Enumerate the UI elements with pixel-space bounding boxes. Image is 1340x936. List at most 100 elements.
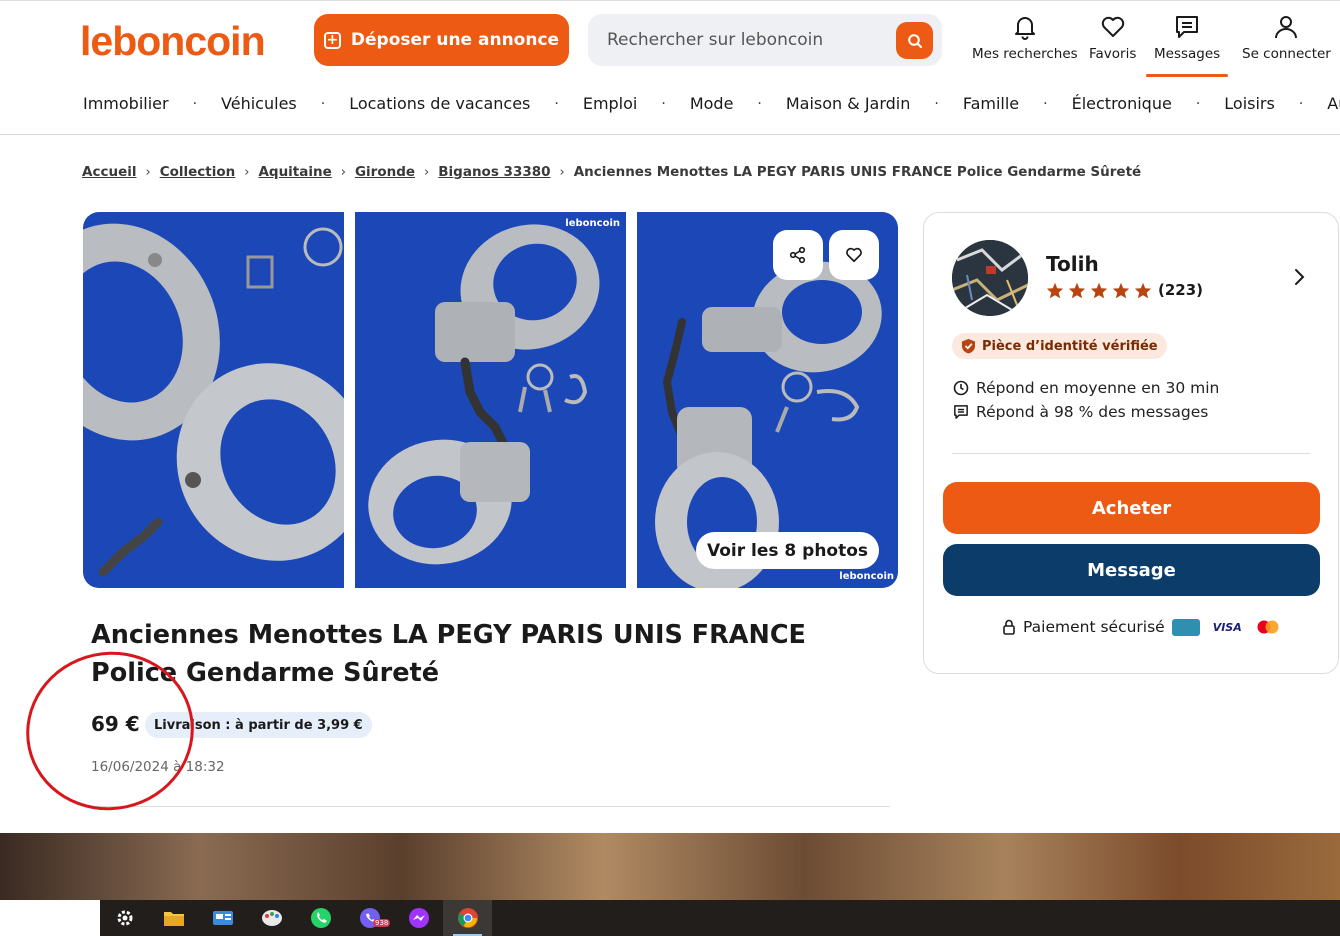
star-icon xyxy=(1134,282,1152,298)
header-divider xyxy=(0,134,1340,135)
visa-card-icon: VISA xyxy=(1212,620,1242,634)
taskbar-chrome[interactable] xyxy=(443,900,492,936)
message-icon xyxy=(954,405,968,419)
plus-icon: + xyxy=(323,31,341,49)
nav-login-label: Se connecter xyxy=(1242,46,1331,62)
taskbar-news[interactable] xyxy=(198,900,247,936)
search-button[interactable] xyxy=(896,22,933,59)
message-icon xyxy=(1176,16,1199,38)
star-icon xyxy=(1112,282,1130,298)
category-link[interactable]: Autres xyxy=(1327,94,1340,113)
chevron-right-icon xyxy=(1295,269,1305,285)
post-ad-button[interactable]: + Déposer une annonce xyxy=(314,14,569,66)
notification-badge: 938 xyxy=(373,919,391,927)
nav-my-searches-label: Mes recherches xyxy=(972,46,1078,62)
folder-icon xyxy=(163,912,184,926)
response-rate-label: Répond à 98 % des messages xyxy=(976,403,1209,421)
category-separator: · xyxy=(757,95,762,112)
chrome-icon xyxy=(457,908,478,928)
page: leboncoin + Déposer une annonce Recherch… xyxy=(0,0,1340,936)
search-bar[interactable]: Rechercher sur leboncoin xyxy=(588,14,942,66)
watermark: leboncoin xyxy=(565,218,620,229)
post-ad-label: Déposer une annonce xyxy=(350,30,560,50)
whatsapp-icon xyxy=(310,908,331,928)
category-link[interactable]: Maison & Jardin xyxy=(786,94,911,113)
windows-taskbar: 938 xyxy=(100,900,1340,936)
handcuffs-photo xyxy=(83,223,344,577)
category-link[interactable]: Emploi xyxy=(583,94,638,113)
secure-payment: Paiement sécurisé VISA xyxy=(1002,618,1281,636)
star-icon xyxy=(1046,282,1064,298)
category-link[interactable]: Mode xyxy=(690,94,734,113)
category-separator: · xyxy=(661,95,666,112)
chevron-right-icon: › xyxy=(424,164,430,180)
review-count: (223) xyxy=(1158,281,1204,299)
category-link[interactable]: Famille xyxy=(963,94,1019,113)
seller-rating: (223) xyxy=(1046,281,1203,299)
chevron-right-icon: › xyxy=(244,164,250,180)
listing-divider xyxy=(91,806,890,807)
paint-icon xyxy=(261,910,282,926)
breadcrumb-link[interactable]: Accueil xyxy=(82,164,136,180)
nav-messages[interactable]: Messages xyxy=(1145,14,1229,77)
seller-profile-link[interactable] xyxy=(1293,266,1307,292)
cb-card-icon xyxy=(1171,618,1200,636)
seller-avatar[interactable] xyxy=(952,240,1028,316)
taskbar-messenger[interactable] xyxy=(394,900,443,936)
buy-button[interactable]: Acheter xyxy=(943,482,1320,534)
chevron-right-icon: › xyxy=(559,164,565,180)
verified-id-badge: Pièce d’identité vérifiée xyxy=(952,333,1167,359)
favorite-button[interactable] xyxy=(829,230,879,280)
nav-my-searches[interactable]: Mes recherches xyxy=(972,14,1078,62)
heart-icon xyxy=(1101,16,1124,37)
search-input[interactable]: Rechercher sur leboncoin xyxy=(607,30,823,50)
site-logo[interactable]: leboncoin xyxy=(80,18,266,65)
breadcrumb-current: Anciennes Menottes LA PEGY PARIS UNIS FR… xyxy=(573,164,1142,180)
chevron-right-icon: › xyxy=(145,164,151,180)
category-link[interactable]: Électronique xyxy=(1072,94,1172,113)
category-link[interactable]: Locations de vacances xyxy=(349,94,530,113)
taskbar-file-explorer[interactable] xyxy=(149,900,198,936)
handcuffs-photo xyxy=(368,224,600,565)
breadcrumb-link[interactable]: Gironde xyxy=(355,164,415,180)
share-button[interactable] xyxy=(773,230,823,280)
avatar-image xyxy=(952,240,1028,316)
taskbar-paint[interactable] xyxy=(247,900,296,936)
watermark: leboncoin xyxy=(839,571,894,582)
nav-messages-label: Messages xyxy=(1154,46,1221,62)
category-separator: · xyxy=(554,95,559,112)
see-all-photos-button[interactable]: Voir les 8 photos xyxy=(696,532,879,569)
clock-icon xyxy=(953,380,969,396)
nav-login[interactable]: Se connecter xyxy=(1242,14,1331,62)
star-icon xyxy=(1090,282,1108,298)
category-separator: · xyxy=(1043,95,1048,112)
gear-icon xyxy=(117,910,132,926)
breadcrumb-link[interactable]: Collection xyxy=(160,164,236,180)
seller-name[interactable]: Tolih xyxy=(1046,252,1099,276)
listing-photo-2[interactable]: leboncoin xyxy=(355,212,626,588)
search-icon xyxy=(907,33,922,48)
user-icon xyxy=(1275,16,1298,39)
taskbar-whatsapp[interactable] xyxy=(296,900,345,936)
messenger-icon xyxy=(408,908,429,928)
seller-divider xyxy=(952,453,1310,454)
listing-photo-1[interactable] xyxy=(83,212,344,588)
message-button[interactable]: Message xyxy=(943,544,1320,596)
category-link[interactable]: Loisirs xyxy=(1224,94,1275,113)
breadcrumb-link[interactable]: Biganos 33380 xyxy=(438,164,550,180)
nav-favorites[interactable]: Favoris xyxy=(1089,14,1136,62)
secure-payment-label: Paiement sécurisé xyxy=(1023,618,1165,636)
category-separator: · xyxy=(934,95,939,112)
category-link[interactable]: Véhicules xyxy=(221,94,297,113)
taskbar-settings[interactable] xyxy=(100,900,149,936)
verified-shield-icon xyxy=(962,339,975,354)
taskbar-viber[interactable]: 938 xyxy=(345,900,394,936)
category-link[interactable]: Immobilier xyxy=(83,94,169,113)
response-time-label: Répond en moyenne en 30 min xyxy=(976,379,1220,397)
breadcrumb-link[interactable]: Aquitaine xyxy=(258,164,331,180)
star-icon xyxy=(1068,282,1086,298)
category-separator: · xyxy=(192,95,198,112)
chevron-right-icon: › xyxy=(340,164,346,180)
response-time: Répond en moyenne en 30 min xyxy=(953,379,1219,397)
desktop-gap xyxy=(0,900,100,936)
